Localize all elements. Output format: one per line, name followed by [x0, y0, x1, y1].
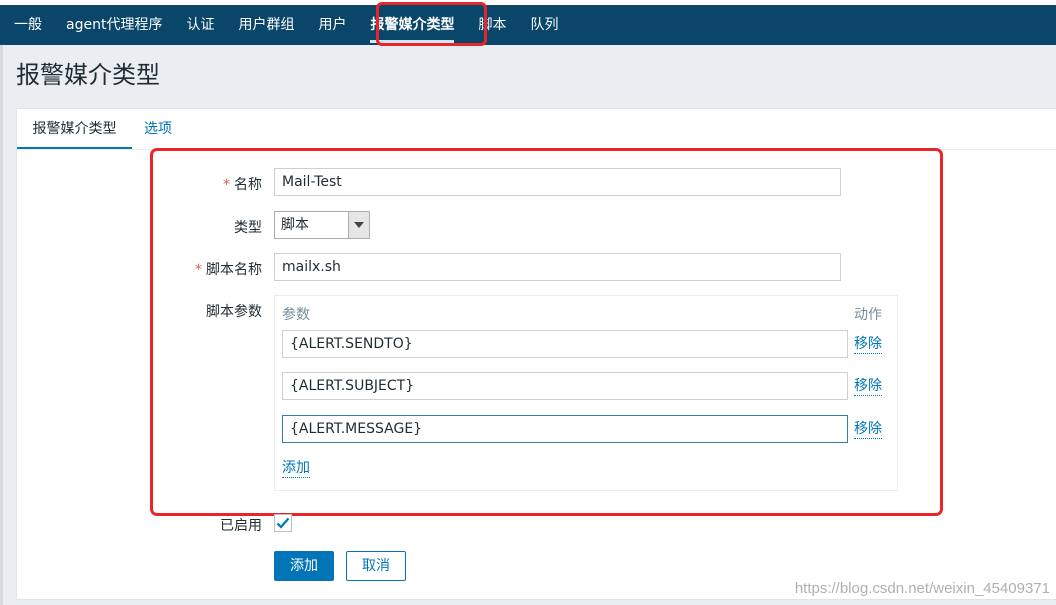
nav-item-scripts[interactable]: 脚本: [466, 5, 518, 45]
name-label: * 名称: [223, 174, 262, 194]
tab-bar: 报警媒介类型 选项: [17, 109, 1056, 150]
params-column-header: 参数: [282, 307, 310, 323]
script-name-input[interactable]: mailx.sh: [274, 253, 841, 281]
checkmark-icon: [276, 517, 290, 529]
nav-item-users[interactable]: 用户: [306, 5, 358, 45]
add-button[interactable]: 添加: [274, 551, 334, 581]
watermark: https://blog.csdn.net/weixin_45409371: [794, 580, 1050, 597]
nav-item-user-groups[interactable]: 用户群组: [226, 5, 306, 45]
nav-item-media-types[interactable]: 报警媒介类型: [358, 5, 466, 45]
script-params-label: 脚本参数: [206, 304, 262, 320]
enabled-label: 已启用: [220, 518, 262, 534]
left-edge-divider: [0, 45, 3, 605]
script-name-label: * 脚本名称: [195, 259, 262, 279]
page-title: 报警媒介类型: [16, 61, 160, 89]
remove-param-3-link[interactable]: 移除: [854, 420, 882, 439]
tab-options[interactable]: 选项: [144, 109, 172, 147]
add-param-link[interactable]: 添加: [282, 459, 310, 478]
nav-item-agent[interactable]: agent代理程序: [54, 5, 174, 45]
name-input[interactable]: Mail-Test: [274, 168, 841, 196]
script-param-input-1[interactable]: {ALERT.SENDTO}: [282, 330, 848, 358]
top-navigation: 一般 agent代理程序 认证 用户群组 用户 报警媒介类型 脚本 队列: [0, 5, 1056, 45]
required-mark: *: [195, 262, 202, 278]
remove-param-1-link[interactable]: 移除: [854, 335, 882, 354]
type-select-value: 脚本: [281, 217, 309, 233]
nav-item-general[interactable]: 一般: [0, 5, 54, 45]
script-param-input-3[interactable]: {ALERT.MESSAGE}: [282, 415, 848, 443]
chevron-down-icon[interactable]: [348, 212, 369, 238]
enabled-checkbox[interactable]: [274, 514, 292, 532]
script-param-input-2[interactable]: {ALERT.SUBJECT}: [282, 372, 848, 400]
remove-param-2-link[interactable]: 移除: [854, 377, 882, 396]
name-label-text: 名称: [234, 177, 262, 193]
script-name-label-text: 脚本名称: [206, 262, 262, 278]
type-label: 类型: [234, 220, 262, 236]
tab-media-type[interactable]: 报警媒介类型: [17, 109, 132, 149]
action-column-header: 动作: [854, 307, 882, 323]
type-select[interactable]: 脚本: [274, 211, 370, 239]
cancel-button[interactable]: 取消: [346, 551, 406, 581]
nav-item-authentication[interactable]: 认证: [174, 5, 226, 45]
nav-item-queue[interactable]: 队列: [518, 5, 570, 45]
required-mark: *: [223, 177, 230, 193]
